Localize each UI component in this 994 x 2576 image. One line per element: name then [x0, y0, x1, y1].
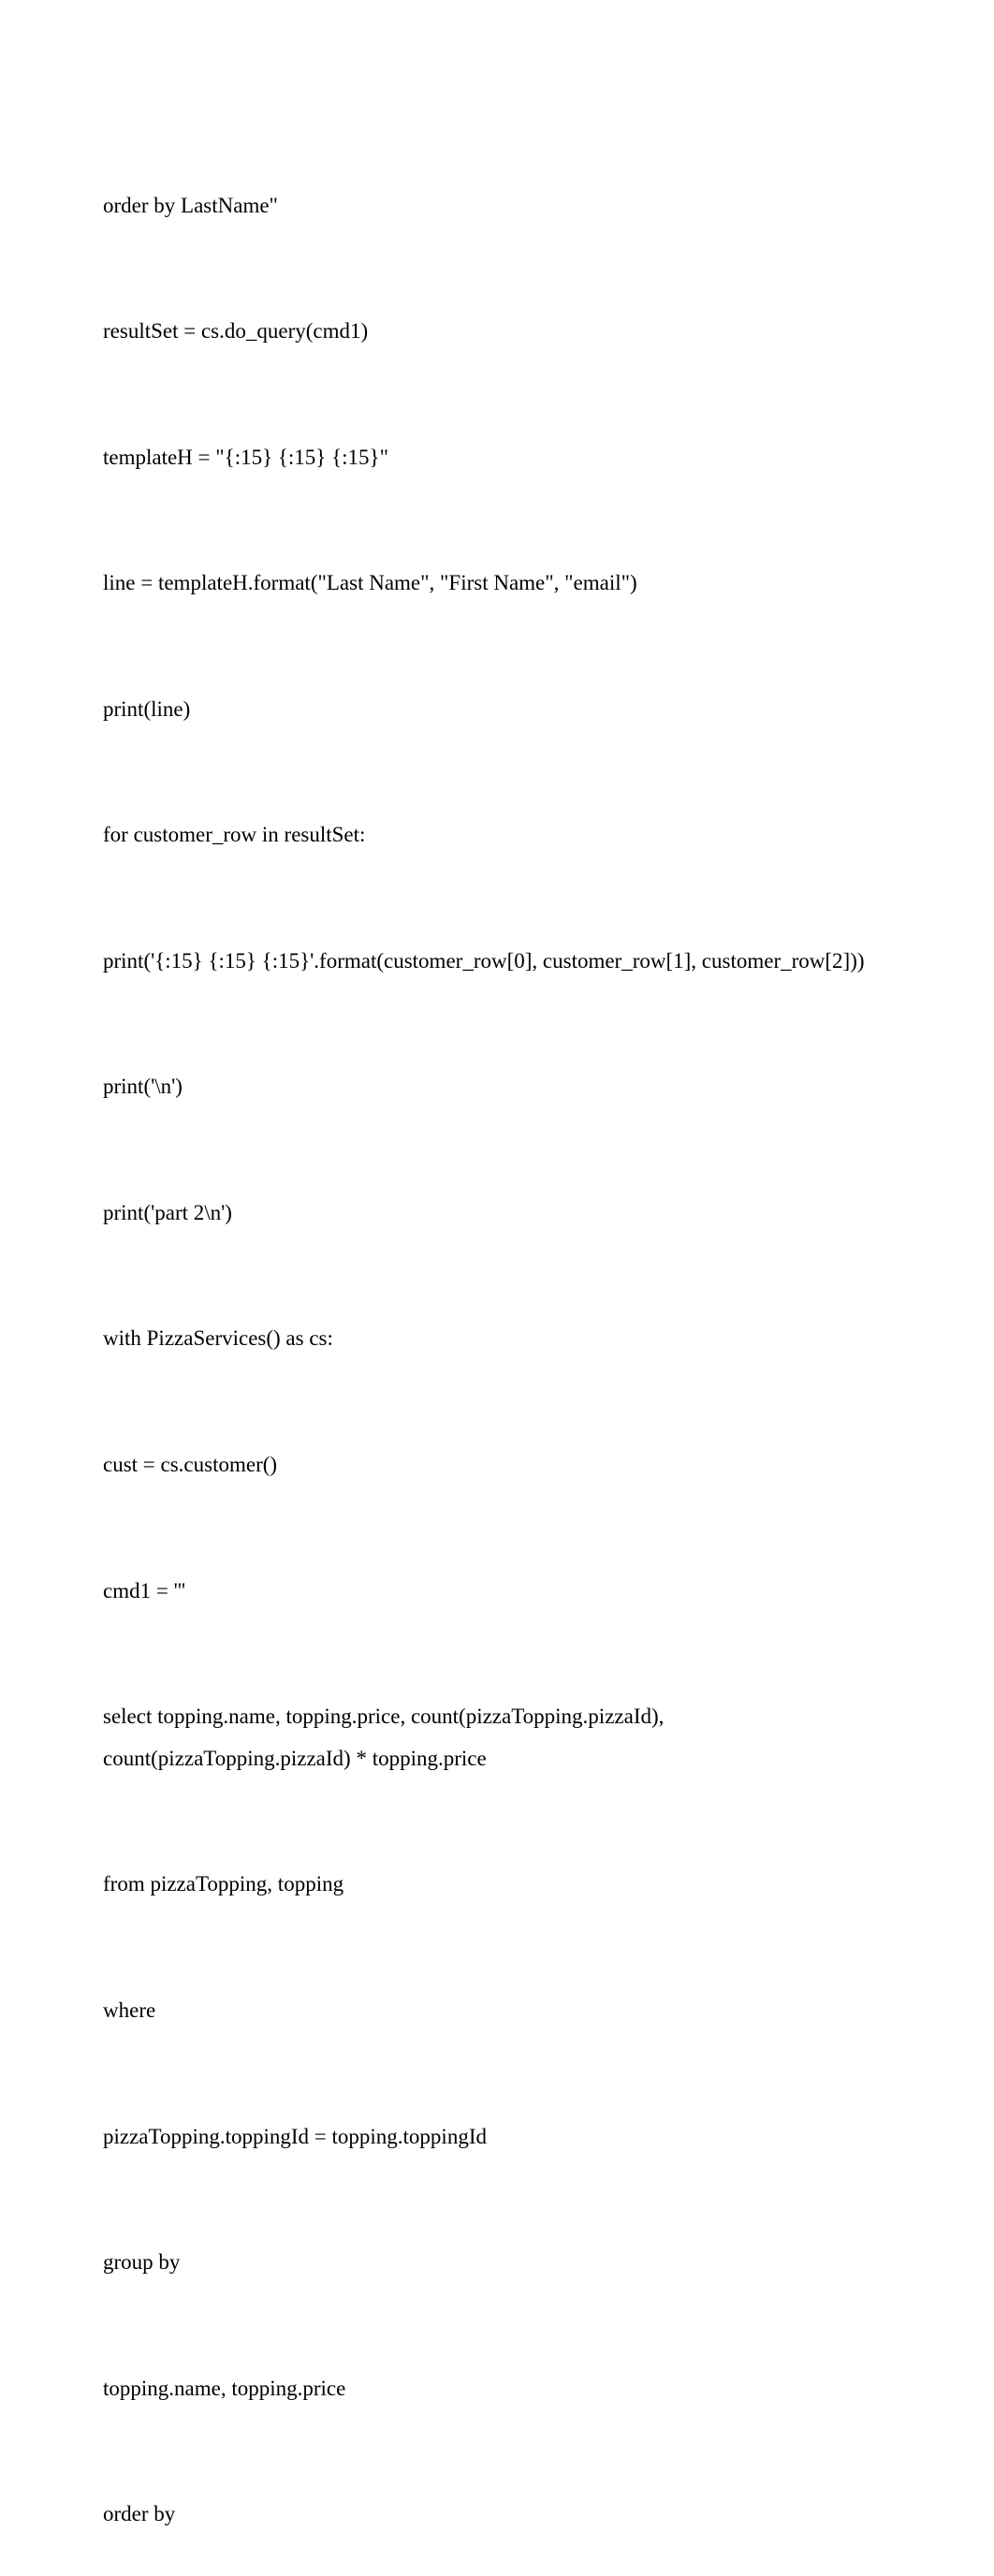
code-line: with PizzaServices() as cs: — [103, 1318, 891, 1360]
code-line: print('part 2\n') — [103, 1193, 891, 1235]
code-line: print('{:15} {:15} {:15}'.format(custome… — [103, 941, 891, 983]
code-line: resultSet = cs.do_query(cmd1) — [103, 311, 891, 353]
code-line: templateH = "{:15} {:15} {:15}" — [103, 437, 891, 479]
code-line: print('\n') — [103, 1066, 891, 1108]
code-line: group by — [103, 2242, 891, 2284]
code-line: for customer_row in resultSet: — [103, 814, 891, 856]
code-line: line = templateH.format("Last Name", "Fi… — [103, 563, 891, 605]
code-line: cmd1 = ''' — [103, 1571, 891, 1613]
code-line: order by LastName" — [103, 185, 891, 227]
code-line: print(line) — [103, 689, 891, 731]
code-line: order by — [103, 2494, 891, 2536]
code-line: select topping.name, topping.price, coun… — [103, 1696, 891, 1780]
code-line: pizzaTopping.toppingId = topping.topping… — [103, 2116, 891, 2159]
code-line: where — [103, 1990, 891, 2032]
code-line: cust = cs.customer() — [103, 1444, 891, 1486]
code-line: from pizzaTopping, topping — [103, 1864, 891, 1906]
code-content: order by LastName" resultSet = cs.do_que… — [103, 101, 891, 2576]
code-line: topping.name, topping.price — [103, 2368, 891, 2410]
